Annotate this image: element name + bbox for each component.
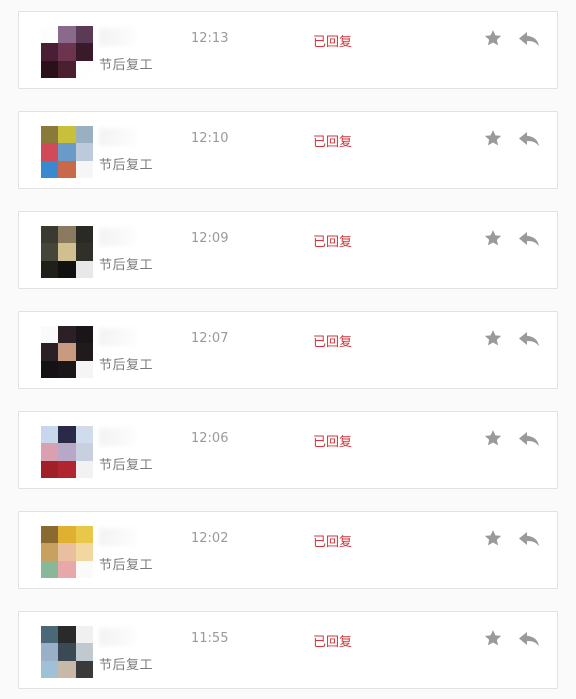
message-subject: 节后复工 xyxy=(99,558,154,573)
reply-status: 已回复 xyxy=(313,235,353,250)
reply-icon[interactable] xyxy=(517,229,541,249)
message-item[interactable]: 节后复工 12:13 已回复 xyxy=(18,11,558,89)
star-icon[interactable] xyxy=(483,228,503,248)
sender-name-redacted xyxy=(99,428,137,446)
message-subject: 节后复工 xyxy=(99,658,154,673)
sender-name-redacted xyxy=(99,228,137,246)
message-item[interactable]: 节后复工 12:07 已回复 xyxy=(18,311,558,389)
reply-status: 已回复 xyxy=(313,435,353,450)
reply-status: 已回复 xyxy=(313,135,353,150)
message-subject: 节后复工 xyxy=(99,258,154,273)
star-icon[interactable] xyxy=(483,128,503,148)
message-subject: 节后复工 xyxy=(99,358,154,373)
message-time: 12:07 xyxy=(191,331,229,346)
sender-avatar xyxy=(41,426,93,478)
sender-name-redacted xyxy=(99,128,137,146)
sender-avatar xyxy=(41,26,93,78)
sender-avatar xyxy=(41,226,93,278)
reply-icon[interactable] xyxy=(517,329,541,349)
reply-status: 已回复 xyxy=(313,535,353,550)
message-time: 12:06 xyxy=(191,431,229,446)
sender-name-redacted xyxy=(99,28,137,46)
message-time: 12:10 xyxy=(191,131,229,146)
message-time: 12:02 xyxy=(191,531,229,546)
reply-status: 已回复 xyxy=(313,335,353,350)
reply-icon[interactable] xyxy=(517,429,541,449)
reply-icon[interactable] xyxy=(517,129,541,149)
message-item[interactable]: 节后复工 12:02 已回复 xyxy=(18,511,558,589)
sender-name-redacted xyxy=(99,328,137,346)
star-icon[interactable] xyxy=(483,628,503,648)
reply-icon[interactable] xyxy=(517,529,541,549)
reply-status: 已回复 xyxy=(313,35,353,50)
message-subject: 节后复工 xyxy=(99,58,154,73)
message-time: 11:55 xyxy=(191,631,229,646)
message-list: 节后复工 12:13 已回复 节后复工 12:10 已回复 节后复工 12:09 已回复 节后复工… xyxy=(0,0,576,699)
sender-avatar xyxy=(41,626,93,678)
reply-icon[interactable] xyxy=(517,629,541,649)
reply-status: 已回复 xyxy=(313,635,353,650)
message-item[interactable]: 节后复工 12:10 已回复 xyxy=(18,111,558,189)
message-item[interactable]: 节后复工 12:06 已回复 xyxy=(18,411,558,489)
reply-icon[interactable] xyxy=(517,29,541,49)
message-time: 12:09 xyxy=(191,231,229,246)
message-time: 12:13 xyxy=(191,31,229,46)
star-icon[interactable] xyxy=(483,328,503,348)
sender-name-redacted xyxy=(99,628,137,646)
sender-name-redacted xyxy=(99,528,137,546)
sender-avatar xyxy=(41,526,93,578)
star-icon[interactable] xyxy=(483,428,503,448)
message-subject: 节后复工 xyxy=(99,458,154,473)
sender-avatar xyxy=(41,326,93,378)
message-subject: 节后复工 xyxy=(99,158,154,173)
star-icon[interactable] xyxy=(483,28,503,48)
message-item[interactable]: 节后复工 12:09 已回复 xyxy=(18,211,558,289)
message-item[interactable]: 节后复工 11:55 已回复 xyxy=(18,611,558,689)
star-icon[interactable] xyxy=(483,528,503,548)
sender-avatar xyxy=(41,126,93,178)
